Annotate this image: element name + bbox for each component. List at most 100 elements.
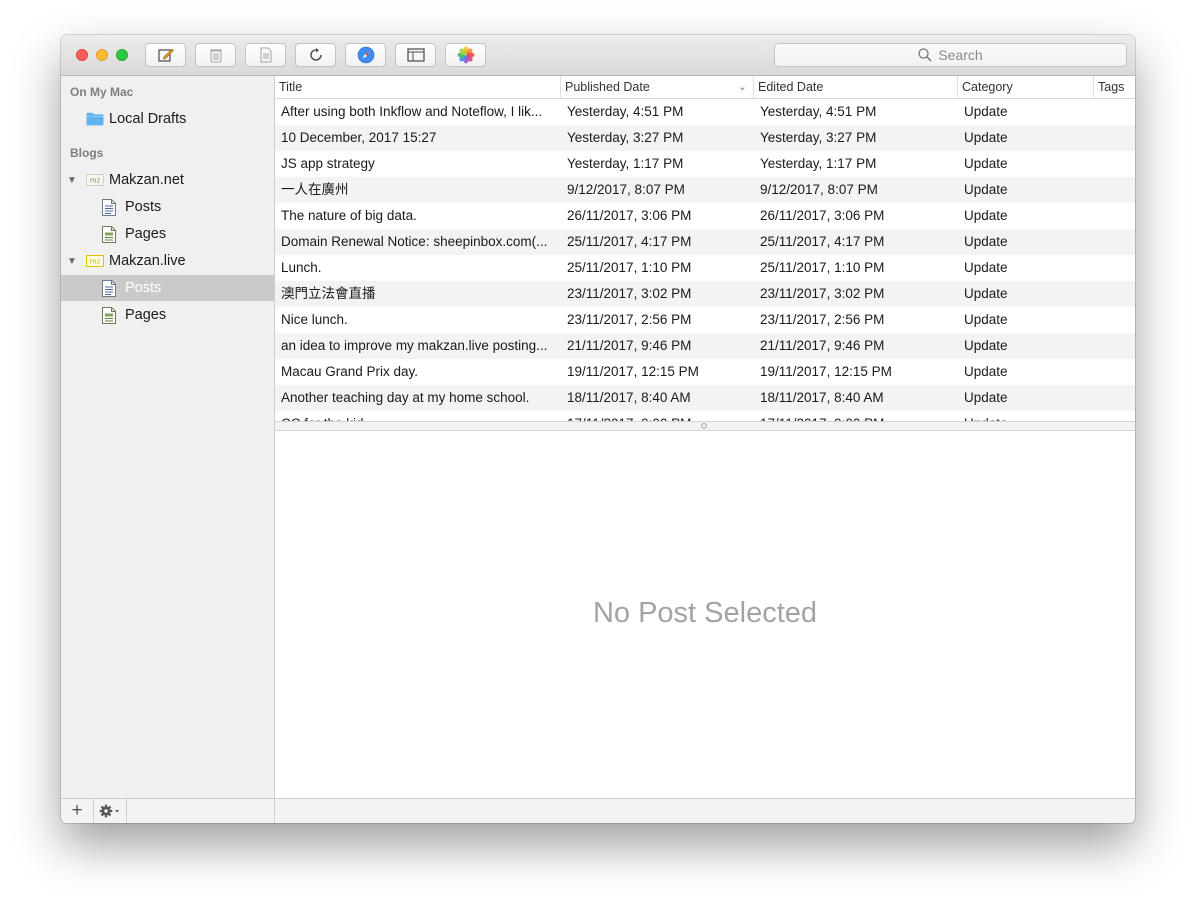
cell-title: Another teaching day at my home school. — [281, 390, 530, 405]
table-row[interactable]: JS app strategy Yesterday, 1:17 PM Yesterd… — [275, 151, 1135, 177]
table-row[interactable]: 澳門立法會直播 23/11/2017, 3:02 PM 23/11/2017, 3:… — [275, 281, 1135, 307]
toggle-layout-button[interactable] — [395, 43, 436, 67]
cell-published-date: 17/11/2017, 9:00 PM — [567, 411, 753, 421]
cell-edited-date: 9/12/2017, 8:07 PM — [760, 182, 878, 197]
table-row[interactable]: Another teaching day at my home school. 1… — [275, 385, 1135, 411]
minimize-window-button[interactable] — [96, 49, 108, 61]
search-field[interactable]: Search — [774, 43, 1127, 67]
table-row[interactable]: 10 December, 2017 15:27 Yesterday, 3:27 P… — [275, 125, 1135, 151]
delete-button[interactable] — [195, 43, 236, 67]
cell-published-date: 25/11/2017, 1:10 PM — [567, 260, 692, 275]
table-row[interactable]: The nature of big data. 26/11/2017, 3:06 … — [275, 203, 1135, 229]
refresh-icon — [309, 48, 322, 61]
cell-edited-date: 23/11/2017, 2:56 PM — [760, 312, 885, 327]
column-header-published-date[interactable]: Published Date ⌄ — [561, 76, 754, 98]
cell-title: After using both Inkflow and Noteflow, I… — [281, 104, 543, 119]
refresh-button[interactable] — [295, 43, 336, 67]
cell-tags — [1100, 333, 1134, 359]
sidebar-item-label: Pages — [125, 307, 167, 323]
sidebar: On My Mac Local Drafts Blogs ▼ mz Makzan… — [61, 76, 275, 798]
settings-menu-button[interactable] — [93, 799, 127, 823]
table-row[interactable]: After using both Inkflow and Noteflow, I… — [275, 99, 1135, 125]
add-blog-button[interactable]: + — [61, 799, 94, 823]
compass-icon — [357, 46, 374, 64]
disclosure-triangle-icon[interactable]: ▼ — [67, 175, 77, 186]
search-icon — [918, 48, 932, 62]
table-row[interactable]: Macau Grand Prix day. 19/11/2017, 12:15 P… — [275, 359, 1135, 385]
cell-published-date: 19/11/2017, 12:15 PM — [567, 364, 699, 379]
media-button[interactable] — [445, 43, 486, 67]
table-row[interactable]: Nice lunch. 23/11/2017, 2:56 PM 23/11/2017… — [275, 307, 1135, 333]
trash-icon — [209, 49, 222, 63]
document-icon — [259, 47, 272, 63]
table-row[interactable]: Domain Renewal Notice: sheepinbox.com(..… — [275, 229, 1135, 255]
cell-category: Update — [964, 104, 1008, 119]
cell-title: Domain Renewal Notice: sheepinbox.com(..… — [281, 234, 548, 249]
column-header-category[interactable]: Category — [958, 76, 1094, 98]
cell-edited-date: Yesterday, 1:17 PM — [760, 156, 877, 171]
section-heading-on-my-mac: On My Mac — [70, 85, 134, 99]
post-preview: No Post Selected — [275, 431, 1135, 798]
cell-title: Lunch. — [281, 260, 322, 275]
toolbar: Search — [61, 35, 1135, 76]
table-row[interactable]: Lunch. 25/11/2017, 1:10 PM 25/11/2017, 1:1… — [275, 255, 1135, 281]
cell-tags — [1100, 99, 1134, 125]
cell-category: Update — [964, 130, 1008, 145]
sidebar-item-makzan-net-pages[interactable]: Pages — [61, 221, 274, 247]
cell-tags — [1100, 281, 1134, 307]
posts-document-icon — [102, 279, 116, 297]
sidebar-item-makzan-net-posts[interactable]: Posts — [61, 194, 274, 220]
posts-table[interactable]: After using both Inkflow and Noteflow, I… — [275, 99, 1135, 421]
column-header-tags[interactable]: Tags — [1094, 76, 1135, 98]
publish-button[interactable] — [245, 43, 286, 67]
cell-title: 澳門立法會直播 — [281, 286, 376, 301]
cell-published-date: 23/11/2017, 3:02 PM — [567, 286, 692, 301]
open-in-browser-button[interactable] — [345, 43, 386, 67]
column-header-title[interactable]: Title — [275, 76, 561, 98]
disclosure-triangle-icon[interactable]: ▼ — [67, 256, 77, 267]
sidebar-item-makzan-live-posts[interactable]: Posts — [61, 275, 274, 301]
cell-tags — [1100, 307, 1134, 333]
cell-category: Update — [964, 390, 1008, 405]
cell-edited-date: Yesterday, 3:27 PM — [760, 130, 877, 145]
table-row[interactable]: CC for the kid... 17/11/2017, 9:00 PM 17/1… — [275, 411, 1135, 421]
sidebar-item-makzan-live-pages[interactable]: Pages — [61, 302, 274, 328]
sidebar-item-label: Pages — [125, 226, 167, 242]
close-window-button[interactable] — [76, 49, 88, 61]
cell-published-date: Yesterday, 1:17 PM — [567, 156, 684, 171]
cell-category: Update — [964, 286, 1008, 301]
cell-edited-date: 18/11/2017, 8:40 AM — [760, 390, 884, 405]
sidebar-blog-label: Makzan.live — [109, 253, 186, 269]
cell-tags — [1100, 203, 1134, 229]
sidebar-blog-makzan-live[interactable]: ▼ mz Makzan.live — [61, 248, 274, 274]
cell-edited-date: 25/11/2017, 4:17 PM — [760, 234, 885, 249]
gear-icon — [99, 804, 119, 818]
cell-edited-date: 25/11/2017, 1:10 PM — [760, 260, 885, 275]
cell-category: Update — [964, 338, 1008, 353]
table-row[interactable]: an idea to improve my makzan.live postin… — [275, 333, 1135, 359]
empty-state-message: No Post Selected — [592, 597, 818, 629]
cell-tags — [1100, 359, 1134, 385]
posts-pane: Title Published Date ⌄ Edited Date Categ… — [275, 76, 1135, 823]
cell-published-date: 18/11/2017, 8:40 AM — [567, 390, 691, 405]
zoom-window-button[interactable] — [116, 49, 128, 61]
cell-tags — [1100, 411, 1134, 421]
cell-title: The nature of big data. — [281, 208, 417, 223]
new-post-button[interactable] — [145, 43, 186, 67]
cell-category: Update — [964, 208, 1008, 223]
split-view-divider[interactable] — [275, 421, 1135, 431]
column-header-edited-date[interactable]: Edited Date — [754, 76, 958, 98]
cell-tags — [1100, 229, 1134, 255]
sidebar-blog-makzan-net[interactable]: ▼ mz Makzan.net — [61, 167, 274, 193]
cell-tags — [1100, 125, 1134, 151]
divider-handle-icon[interactable] — [701, 423, 707, 429]
cell-category: Update — [964, 364, 1008, 379]
folder-icon — [86, 112, 104, 126]
table-row[interactable]: 一人在廣州 9/12/2017, 8:07 PM 9/12/2017, 8:07 P… — [275, 177, 1135, 203]
layout-icon — [406, 48, 425, 62]
sidebar-item-local-drafts[interactable]: Local Drafts — [61, 106, 274, 132]
cell-published-date: Yesterday, 4:51 PM — [567, 104, 684, 119]
blog-logo-icon: mz — [86, 255, 104, 267]
posts-document-icon — [102, 198, 116, 216]
cell-edited-date: 23/11/2017, 3:02 PM — [760, 286, 885, 301]
